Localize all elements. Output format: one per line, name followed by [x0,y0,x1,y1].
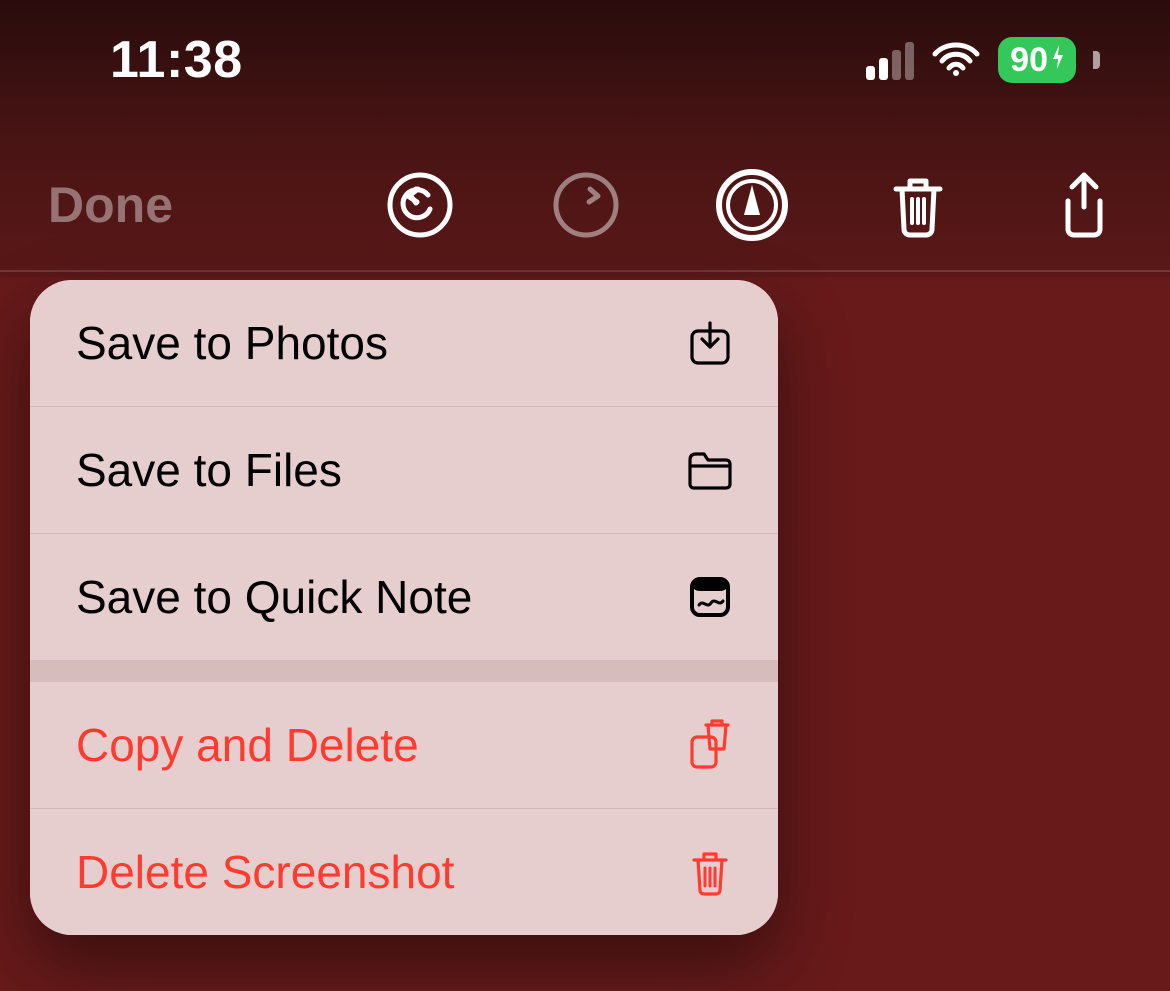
delete-button[interactable] [880,167,956,243]
redo-button[interactable] [548,167,624,243]
menu-item-save-photos[interactable]: Save to Photos [30,280,778,407]
status-bar: 11:38 90 [0,0,1170,120]
menu-item-label: Copy and Delete [76,718,419,772]
save-to-photos-icon [684,317,736,369]
folder-icon [684,444,736,496]
status-time: 11:38 [110,30,243,90]
menu-item-label: Save to Photos [76,316,388,370]
done-context-menu: Save to Photos Save to Files Save to Qui… [30,280,778,935]
menu-item-label: Delete Screenshot [76,845,454,899]
battery-indicator: 90 [998,37,1076,83]
menu-item-label: Save to Files [76,443,342,497]
toolbar-divider [0,270,1170,272]
copy-delete-icon [684,719,736,771]
menu-item-save-quicknote[interactable]: Save to Quick Note [30,534,778,660]
charging-bolt-icon [1050,43,1066,78]
markup-button[interactable] [714,167,790,243]
menu-section-divider [30,660,778,682]
undo-button[interactable] [382,167,458,243]
battery-percent: 90 [1010,41,1048,80]
menu-item-copy-and-delete[interactable]: Copy and Delete [30,682,778,809]
done-button[interactable]: Done [48,176,173,234]
status-indicators: 90 [866,37,1100,83]
menu-item-label: Save to Quick Note [76,570,472,624]
menu-item-delete-screenshot[interactable]: Delete Screenshot [30,809,778,935]
cellular-icon [866,40,914,80]
menu-item-save-files[interactable]: Save to Files [30,407,778,534]
share-button[interactable] [1046,167,1122,243]
trash-icon [684,846,736,898]
battery-nub [1093,51,1100,69]
editor-toolbar: Done [0,140,1170,270]
wifi-icon [931,38,981,83]
quick-note-icon [684,571,736,623]
